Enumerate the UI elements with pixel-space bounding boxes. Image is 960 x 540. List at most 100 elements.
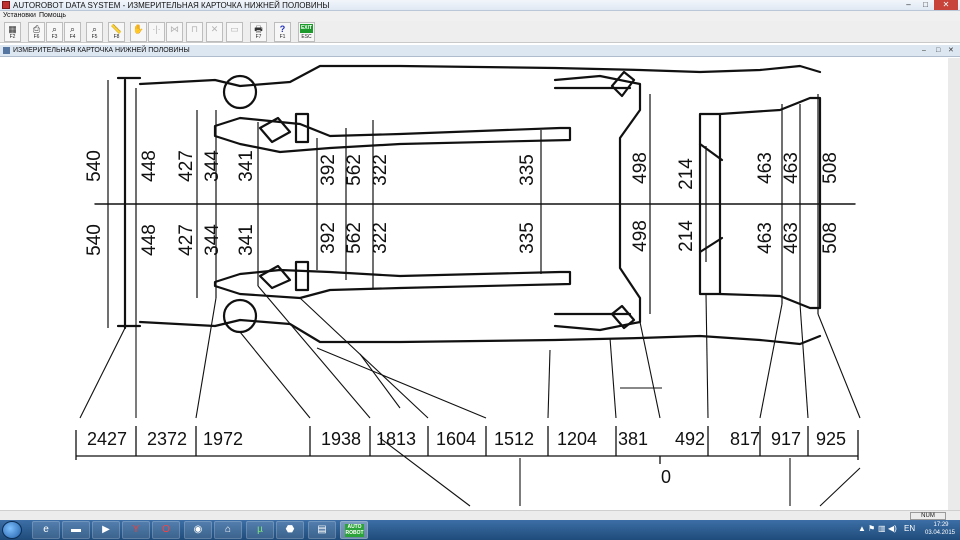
- utorrent-icon: µ: [257, 524, 263, 535]
- toolbar-key-label: ESC: [301, 34, 312, 40]
- taskbar-autorobot[interactable]: AUTO ROBOT: [340, 521, 368, 539]
- rear-cross-links: [553, 86, 632, 316]
- taskbar-yandex[interactable]: Y: [122, 521, 150, 539]
- autorobot-icon: AUTO ROBOT: [345, 524, 364, 537]
- exit-button[interactable]: EXIT ESC: [298, 22, 315, 42]
- dim-label: 344: [202, 224, 223, 256]
- app-icon: [2, 1, 10, 9]
- toolbar-key-label: F1: [279, 34, 286, 40]
- panel-button[interactable]: ▭: [226, 22, 243, 42]
- taskbar-browser[interactable]: ◉: [184, 521, 212, 539]
- dim-label: 463: [781, 152, 802, 184]
- exit-icon: EXIT: [300, 24, 313, 33]
- maximize-button[interactable]: □: [917, 0, 934, 10]
- ruler-value: 1972: [203, 429, 243, 449]
- network-app-icon: ⌂: [224, 524, 232, 535]
- taskbar-ie[interactable]: e: [32, 521, 60, 539]
- ruler-value: 2372: [147, 429, 187, 449]
- taskbar: e ▬ ▶ Y O ◉ ⌂ µ ⬣ ▤ AUTO ROBOT ▲ ⚑ ▥ ◀) …: [0, 520, 960, 540]
- cross-icon: ✕: [210, 24, 219, 34]
- show-hidden-icons-button[interactable]: ▲: [858, 524, 866, 534]
- toolbar-key-label: F2: [9, 34, 16, 40]
- zoom-in-button[interactable]: ⌕ F4: [64, 22, 81, 42]
- toolbar-key-label: F5: [91, 34, 98, 40]
- num-lock-indicator: NUM: [910, 512, 946, 520]
- toolbar-key-label: F7: [255, 34, 262, 40]
- ruler-value: 1204: [557, 429, 597, 449]
- taskbar-opera[interactable]: O: [152, 521, 180, 539]
- bracket-icon: ⊓: [190, 24, 199, 34]
- dim-label: 463: [781, 222, 802, 254]
- bracket-button[interactable]: ⊓: [186, 22, 203, 42]
- minimize-button[interactable]: –: [900, 0, 917, 10]
- taskbar-network-app[interactable]: ⌂: [214, 521, 242, 539]
- dim-label: 448: [139, 224, 160, 256]
- calculator-button[interactable]: ▦ F2: [4, 22, 21, 42]
- ruler-value: 817: [730, 429, 760, 449]
- hand-button[interactable]: ✋: [130, 22, 147, 42]
- yandex-browser-icon: Y: [132, 524, 140, 535]
- clock-date[interactable]: 03.04.2015: [922, 529, 958, 537]
- document-close-button[interactable]: ✕: [948, 46, 954, 56]
- document-icon: [3, 47, 10, 54]
- volume-icon[interactable]: ◀): [888, 524, 897, 534]
- menu-help[interactable]: Помощь: [39, 11, 66, 21]
- language-indicator[interactable]: EN: [904, 524, 915, 534]
- taskbar-utorrent[interactable]: µ: [246, 521, 274, 539]
- underbody-dimension-drawing: 540 540 448 448 427 427 344 344 341 341 …: [75, 64, 861, 507]
- dim-label: 498: [630, 220, 651, 252]
- zoom-pointer-button[interactable]: ⌕ F5: [86, 22, 103, 42]
- dim-label: 562: [344, 222, 365, 254]
- rear-diagonals: [698, 142, 724, 254]
- mirror-icon: ⋈: [170, 24, 179, 34]
- dim-label: 540: [84, 150, 105, 182]
- document-minimize-button[interactable]: –: [922, 46, 926, 56]
- ruler-value: 492: [675, 429, 705, 449]
- ruler-icon: 📏: [110, 24, 123, 34]
- zoom-pointer-icon: ⌕: [91, 24, 98, 34]
- help-button[interactable]: ? F1: [274, 22, 291, 42]
- measurement-card-canvas[interactable]: 540 540 448 448 427 427 344 344 341 341 …: [0, 58, 960, 510]
- toolbar-key-label: F3: [51, 34, 58, 40]
- taskbar-game[interactable]: ⬣: [276, 521, 304, 539]
- print-button[interactable]: 🖶 F7: [250, 22, 267, 42]
- dim-label: 508: [820, 152, 841, 184]
- document-maximize-button[interactable]: □: [936, 46, 940, 56]
- dim-label: 344: [202, 150, 223, 182]
- chrome-like-icon: ◉: [193, 524, 203, 535]
- print-preview-button[interactable]: ⎙ F6: [28, 22, 45, 42]
- dim-label: 322: [370, 222, 391, 254]
- cross-button[interactable]: ✕: [206, 22, 223, 42]
- document-app-icon: ▤: [317, 524, 327, 535]
- toolbar: ▦ F2 ⎙ F6 ⌕ F3 ⌕ F4 ⌕ F5 📏 F8 ✋ ·|· ⋈ ⊓ …: [0, 21, 960, 43]
- dim-label: 448: [139, 150, 160, 182]
- zoom-page-button[interactable]: ⌕ F3: [46, 22, 63, 42]
- dim-label: 335: [517, 222, 538, 254]
- clock-time[interactable]: 17:29: [926, 521, 956, 529]
- ruler-value: 2427: [87, 429, 127, 449]
- menu-bar: Установки Помощь: [0, 11, 960, 21]
- dim-label: 562: [344, 154, 365, 186]
- ruler-button[interactable]: 📏 F8: [108, 22, 125, 42]
- dim-label: 214: [676, 220, 697, 252]
- taskbar-media-player[interactable]: ▶: [92, 521, 120, 539]
- flag-icon[interactable]: ⚑: [868, 524, 875, 534]
- status-bar: NUM: [0, 510, 960, 520]
- dim-label: 508: [820, 222, 841, 254]
- mirror-button[interactable]: ⋈: [166, 22, 183, 42]
- window-title: AUTOROBOT DATA SYSTEM - ИЗМЕРИТЕЛЬНАЯ КА…: [13, 1, 330, 10]
- menu-settings[interactable]: Установки: [3, 11, 36, 21]
- network-icon[interactable]: ▥: [878, 524, 886, 534]
- close-button[interactable]: ✕: [934, 0, 958, 10]
- dim-label: 463: [755, 152, 776, 184]
- dim-label: 392: [318, 154, 339, 186]
- front-strut-bottom: [222, 298, 258, 334]
- ie-icon: e: [43, 524, 49, 535]
- measure-point-icon: ·|·: [152, 24, 161, 34]
- taskbar-explorer[interactable]: ▬: [62, 521, 90, 539]
- system-tray: ▲ ⚑ ▥ ◀) EN 17:29 03.04.2015: [856, 520, 960, 540]
- taskbar-document[interactable]: ▤: [308, 521, 336, 539]
- start-button[interactable]: [2, 521, 22, 539]
- lower-bracket: [294, 260, 310, 292]
- measure-point-button[interactable]: ·|·: [148, 22, 165, 42]
